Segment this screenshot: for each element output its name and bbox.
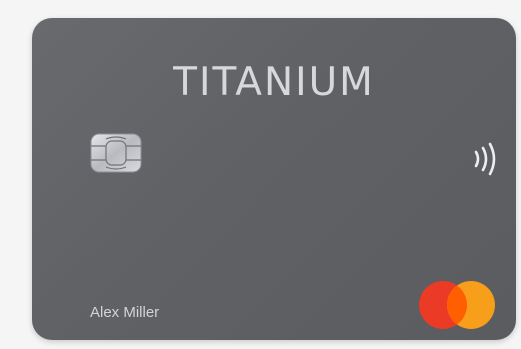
mastercard-logo bbox=[419, 281, 495, 329]
card-brand-name: TITANIUM bbox=[173, 60, 375, 105]
credit-card: TITANIUM Alex Miller bbox=[32, 18, 516, 340]
cardholder-name: Alex Miller bbox=[90, 304, 160, 321]
contactless-icon bbox=[474, 142, 496, 176]
chip-icon bbox=[90, 133, 142, 173]
